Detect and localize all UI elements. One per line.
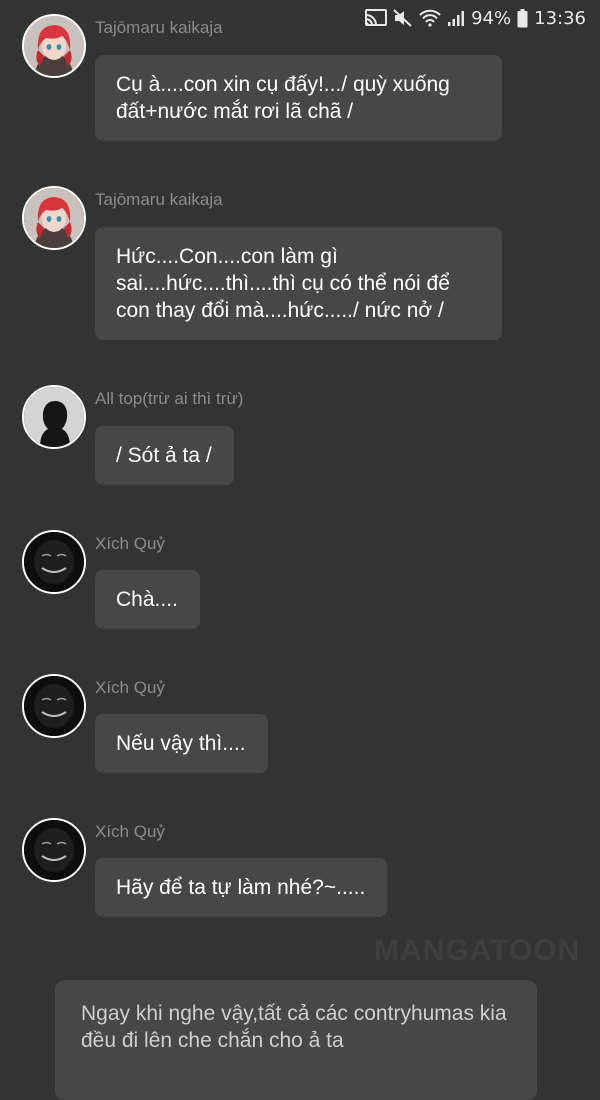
clock: 13:36	[534, 7, 586, 29]
message-bubble[interactable]: Nếu vậy thì....	[95, 714, 268, 773]
sender-name: Xích Quỷ	[95, 822, 165, 841]
narration-box: Ngay khi nghe vậy,tất cả các contryhumas…	[55, 980, 537, 1100]
wifi-icon	[419, 9, 441, 27]
sender-name: Xích Quỷ	[95, 678, 165, 697]
cast-icon	[365, 9, 388, 27]
battery-percent: 94%	[471, 7, 512, 29]
mute-icon	[393, 9, 413, 27]
message-bubble[interactable]: Hức....Con....con làm gì sai....hức....t…	[95, 227, 502, 340]
sender-name: Tajōmaru kaikaja	[95, 190, 223, 209]
message-bubble[interactable]: / Sót ả ta /	[95, 426, 234, 485]
sender-name: All top(trừ ai thì trừ)	[95, 389, 244, 408]
sender-name: Tajōmaru kaikaja	[95, 18, 223, 37]
dark-grin-avatar[interactable]	[22, 674, 86, 738]
message-bubble[interactable]: Cụ à....con xin cụ đấy!.../ quỳ xuống đấ…	[95, 55, 502, 141]
watermark: MANGATOON	[374, 934, 581, 967]
battery-icon	[517, 8, 528, 28]
silhouette-avatar[interactable]	[22, 385, 86, 449]
signal-icon	[447, 9, 465, 27]
redhead-girl-avatar[interactable]	[22, 14, 86, 78]
status-bar: 94% 13:36	[365, 0, 600, 36]
redhead-girl-avatar[interactable]	[22, 186, 86, 250]
message-bubble[interactable]: Chà....	[95, 570, 200, 629]
sender-name: Xích Quỷ	[95, 534, 165, 553]
message-bubble[interactable]: Hãy để ta tự làm nhé?~.....	[95, 858, 388, 917]
dark-grin-avatar[interactable]	[22, 530, 86, 594]
dark-grin-avatar[interactable]	[22, 818, 86, 882]
